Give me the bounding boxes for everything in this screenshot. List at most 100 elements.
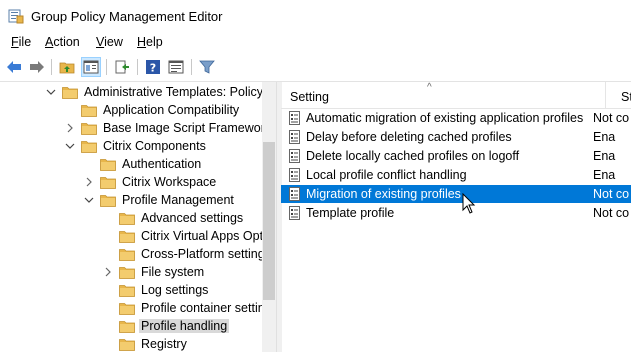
folder-icon [119, 338, 135, 351]
tree-item[interactable]: Cross-Platform setting [0, 246, 265, 264]
tree-item-label: Profile handling [139, 319, 230, 333]
tree-item-label: Administrative Templates: Policy [84, 85, 264, 99]
tree-item[interactable]: Application Compatibility [0, 102, 262, 120]
tree-item-label: Citrix Virtual Apps Opti [141, 229, 266, 243]
export-icon [115, 60, 129, 74]
list-header: ^ Setting St [281, 82, 631, 109]
setting-name: Migration of existing profiles [306, 187, 461, 201]
policy-setting-icon [288, 130, 302, 144]
folder-icon [119, 212, 135, 225]
tree-item[interactable]: Advanced settings [0, 210, 262, 228]
help-icon: ? [146, 60, 160, 75]
folder-icon [119, 230, 135, 243]
sort-ascending-icon: ^ [427, 82, 432, 93]
setting-state: Ena [593, 130, 616, 144]
tree-item[interactable]: Log settings [0, 282, 262, 300]
setting-state: Not co [593, 206, 630, 220]
show-tree-icon [83, 60, 99, 74]
mouse-cursor-icon [462, 193, 476, 214]
back-button[interactable] [4, 57, 24, 77]
tree-item[interactable]: Authentication [0, 156, 262, 174]
setting-state: Ena [593, 168, 616, 182]
menu-action[interactable]: Action [42, 34, 83, 50]
svg-text:?: ? [150, 62, 156, 75]
up-folder-icon [59, 62, 75, 74]
chevron-down-icon[interactable] [46, 87, 56, 97]
tree-item[interactable]: Administrative Templates: Policy [0, 84, 264, 102]
chevron-down-icon[interactable] [65, 141, 75, 151]
setting-state: Not co [593, 187, 630, 201]
tree-item[interactable]: Citrix Virtual Apps Opti [0, 228, 266, 246]
title-bar: Group Policy Management Editor [0, 0, 631, 32]
tree-item[interactable]: Citrix Components [0, 138, 262, 156]
chevron-down-icon[interactable] [84, 195, 94, 205]
chevron-right-icon[interactable] [103, 267, 113, 277]
help-button[interactable]: ? [143, 57, 163, 77]
toolbar-separator [191, 59, 192, 75]
tree-item-label: File system [141, 265, 205, 279]
tree-item[interactable]: Profile handling [0, 318, 262, 336]
tree-item-label: Advanced settings [141, 211, 244, 225]
column-header-setting[interactable]: Setting [290, 90, 329, 104]
gpo-editor-icon [8, 9, 24, 24]
scrollbar-thumb[interactable] [263, 142, 275, 300]
folder-icon [119, 302, 135, 315]
tree-item-label: Citrix Workspace [122, 175, 217, 189]
tree-item[interactable]: Registry [0, 336, 262, 352]
filter-button[interactable] [197, 57, 217, 77]
policy-setting-row[interactable]: Delete locally cached profiles on logoff… [281, 147, 631, 165]
tree-vertical-scrollbar[interactable] [262, 82, 276, 352]
folder-icon [119, 320, 135, 333]
column-header-state[interactable]: St [621, 90, 631, 104]
forward-icon [30, 61, 44, 73]
chevron-right-icon[interactable] [84, 177, 94, 187]
properties-view-button[interactable] [166, 57, 186, 77]
setting-name: Automatic migration of existing applicat… [306, 111, 584, 125]
tree-item[interactable]: File system [0, 264, 262, 282]
policy-setting-icon [288, 149, 302, 163]
settings-list: ^ Setting St Automatic migration of exis… [281, 82, 631, 352]
menu-help[interactable]: Help [134, 34, 166, 50]
toolbar: ? [0, 53, 631, 82]
tree-item-label: Profile Management [122, 193, 234, 207]
setting-name: Template profile [306, 206, 395, 220]
show-hide-tree-button[interactable] [81, 57, 101, 77]
tree-item-label: Cross-Platform setting [141, 247, 265, 261]
back-icon [7, 61, 21, 73]
column-divider[interactable] [605, 82, 606, 108]
chevron-right-icon[interactable] [65, 123, 75, 133]
menu-file[interactable]: File [8, 34, 34, 50]
menu-bar: File Action View Help [0, 32, 631, 53]
toolbar-separator [51, 59, 52, 75]
folder-icon [81, 104, 97, 117]
tree-item-label: Application Compatibility [103, 103, 240, 117]
toolbar-separator [106, 59, 107, 75]
policy-setting-row[interactable]: Automatic migration of existing applicat… [281, 109, 631, 127]
folder-icon [119, 248, 135, 261]
up-one-level-button[interactable] [57, 57, 77, 77]
tree-item-label: Log settings [141, 283, 209, 297]
policy-setting-row[interactable]: Delay before deleting cached profiles Ena [281, 128, 631, 146]
menu-view[interactable]: View [93, 34, 126, 50]
tree-item-label: Profile container settin [141, 301, 265, 315]
folder-icon [100, 158, 116, 171]
policy-setting-row[interactable]: Template profile Not co [281, 204, 631, 222]
setting-state: Not co [593, 111, 630, 125]
policy-setting-icon [288, 111, 302, 125]
console-tree[interactable]: Administrative Templates: Policy Applicat… [0, 82, 276, 352]
policy-setting-icon [288, 187, 302, 201]
forward-button[interactable] [27, 57, 47, 77]
setting-name: Delete locally cached profiles on logoff [306, 149, 520, 163]
tree-item[interactable]: Base Image Script Framework [0, 120, 271, 138]
tree-item-label: Authentication [122, 157, 202, 171]
setting-name: Local profile conflict handling [306, 168, 467, 182]
tree-item[interactable]: Citrix Workspace [0, 174, 262, 192]
tree-item[interactable]: Profile Management [0, 192, 262, 210]
folder-icon [119, 266, 135, 279]
policy-setting-row[interactable]: Local profile conflict handling Ena [281, 166, 631, 184]
policy-setting-icon [288, 168, 302, 182]
tree-item-label: Citrix Components [103, 139, 206, 153]
tree-item[interactable]: Profile container settin [0, 300, 265, 318]
export-list-button[interactable] [112, 57, 132, 77]
policy-setting-row[interactable]: Migration of existing profiles Not co [281, 185, 631, 203]
